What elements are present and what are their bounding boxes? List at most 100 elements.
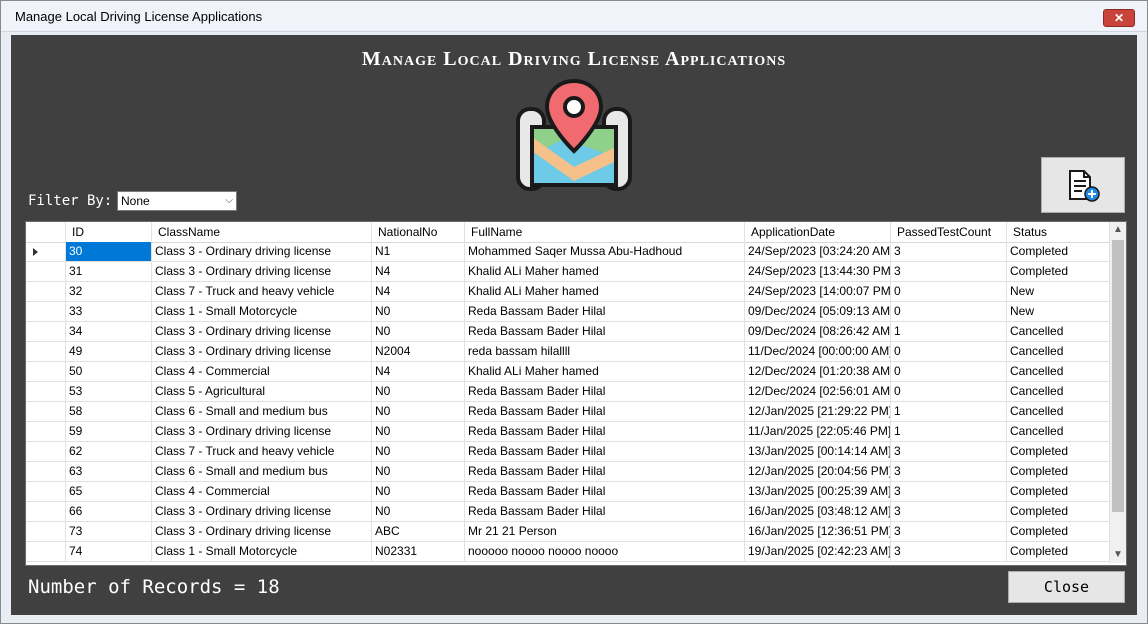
cell-name[interactable]: Reda Bassam Bader Hilal	[465, 442, 745, 461]
cell-class[interactable]: Class 3 - Ordinary driving license	[152, 342, 372, 361]
cell-date[interactable]: 12/Jan/2025 [20:04:56 PM]	[745, 462, 891, 481]
scroll-up-icon[interactable]: ▲	[1110, 222, 1126, 238]
cell-date[interactable]: 13/Jan/2025 [00:14:14 AM]	[745, 442, 891, 461]
cell-name[interactable]: Mohammed Saqer Mussa Abu-Hadhoud	[465, 242, 745, 261]
row-header[interactable]	[26, 422, 66, 441]
cell-passed[interactable]: 0	[891, 342, 1007, 361]
cell-national[interactable]: N0	[372, 462, 465, 481]
cell-passed[interactable]: 3	[891, 462, 1007, 481]
cell-name[interactable]: Reda Bassam Bader Hilal	[465, 322, 745, 341]
cell-class[interactable]: Class 4 - Commercial	[152, 482, 372, 501]
cell-passed[interactable]: 3	[891, 502, 1007, 521]
cell-passed[interactable]: 3	[891, 482, 1007, 501]
row-header[interactable]	[26, 402, 66, 421]
cell-id[interactable]: 59	[66, 422, 152, 441]
cell-class[interactable]: Class 3 - Ordinary driving license	[152, 242, 372, 261]
row-header[interactable]	[26, 542, 66, 561]
row-header[interactable]	[26, 342, 66, 361]
row-header[interactable]	[26, 322, 66, 341]
cell-class[interactable]: Class 1 - Small Motorcycle	[152, 542, 372, 561]
cell-passed[interactable]: 1	[891, 402, 1007, 421]
cell-passed[interactable]: 3	[891, 262, 1007, 281]
cell-name[interactable]: Reda Bassam Bader Hilal	[465, 502, 745, 521]
cell-id[interactable]: 74	[66, 542, 152, 561]
cell-class[interactable]: Class 1 - Small Motorcycle	[152, 302, 372, 321]
cell-status[interactable]: Completed	[1007, 502, 1110, 521]
cell-date[interactable]: 09/Dec/2024 [05:09:13 AM]	[745, 302, 891, 321]
cell-name[interactable]: nooooo noooo noooo noooo	[465, 542, 745, 561]
column-header-classname[interactable]: ClassName	[152, 222, 372, 242]
column-header-nationalno[interactable]: NationalNo	[372, 222, 465, 242]
table-row[interactable]: 30 Class 3 - Ordinary driving license N1 Mo…	[26, 242, 1110, 262]
cell-status[interactable]: Completed	[1007, 262, 1110, 281]
cell-national[interactable]: N02331	[372, 542, 465, 561]
cell-national[interactable]: N1	[372, 242, 465, 261]
row-header[interactable]	[26, 502, 66, 521]
cell-id[interactable]: 33	[66, 302, 152, 321]
cell-national[interactable]: N0	[372, 442, 465, 461]
row-header[interactable]	[26, 362, 66, 381]
row-header[interactable]	[26, 262, 66, 281]
table-row[interactable]: 63 Class 6 - Small and medium bus N0 Reda B…	[26, 462, 1110, 482]
cell-status[interactable]: Cancelled	[1007, 342, 1110, 361]
cell-class[interactable]: Class 3 - Ordinary driving license	[152, 422, 372, 441]
cell-passed[interactable]: 0	[891, 302, 1007, 321]
cell-status[interactable]: Completed	[1007, 542, 1110, 561]
table-row[interactable]: 32 Class 7 - Truck and heavy vehicle N4 Kha…	[26, 282, 1110, 302]
applications-grid[interactable]: ID ClassName NationalNo FullName Applica…	[25, 221, 1127, 566]
cell-id[interactable]: 65	[66, 482, 152, 501]
cell-class[interactable]: Class 7 - Truck and heavy vehicle	[152, 442, 372, 461]
column-header-passedtestcount[interactable]: PassedTestCount	[891, 222, 1007, 242]
cell-date[interactable]: 09/Dec/2024 [08:26:42 AM]	[745, 322, 891, 341]
cell-national[interactable]: ABC	[372, 522, 465, 541]
row-header[interactable]	[26, 462, 66, 481]
cell-national[interactable]: N4	[372, 282, 465, 301]
cell-passed[interactable]: 1	[891, 322, 1007, 341]
table-row[interactable]: 66 Class 3 - Ordinary driving license N0 Re…	[26, 502, 1110, 522]
table-row[interactable]: 34 Class 3 - Ordinary driving license N0 Re…	[26, 322, 1110, 342]
cell-name[interactable]: Khalid ALi Maher hamed	[465, 282, 745, 301]
cell-id[interactable]: 66	[66, 502, 152, 521]
vertical-scrollbar[interactable]: ▲ ▼	[1109, 222, 1126, 563]
cell-date[interactable]: 16/Jan/2025 [12:36:51 PM]	[745, 522, 891, 541]
table-row[interactable]: 65 Class 4 - Commercial N0 Reda Bassam Bade…	[26, 482, 1110, 502]
cell-date[interactable]: 19/Jan/2025 [02:42:23 AM]	[745, 542, 891, 561]
cell-name[interactable]: Khalid ALi Maher hamed	[465, 362, 745, 381]
column-header-fullname[interactable]: FullName	[465, 222, 745, 242]
table-row[interactable]: 33 Class 1 - Small Motorcycle N0 Reda Bassa…	[26, 302, 1110, 322]
cell-id[interactable]: 31	[66, 262, 152, 281]
cell-status[interactable]: Completed	[1007, 462, 1110, 481]
row-header[interactable]	[26, 442, 66, 461]
cell-status[interactable]: Cancelled	[1007, 362, 1110, 381]
cell-id[interactable]: 62	[66, 442, 152, 461]
cell-id[interactable]: 58	[66, 402, 152, 421]
row-header[interactable]	[26, 382, 66, 401]
table-row[interactable]: 58 Class 6 - Small and medium bus N0 Reda B…	[26, 402, 1110, 422]
scroll-down-icon[interactable]: ▼	[1110, 547, 1126, 563]
cell-national[interactable]: N2004	[372, 342, 465, 361]
row-header[interactable]	[26, 282, 66, 301]
cell-name[interactable]: Reda Bassam Bader Hilal	[465, 382, 745, 401]
cell-class[interactable]: Class 5 - Agricultural	[152, 382, 372, 401]
column-header-id[interactable]: ID	[66, 222, 152, 242]
cell-status[interactable]: Cancelled	[1007, 382, 1110, 401]
cell-passed[interactable]: 0	[891, 282, 1007, 301]
cell-status[interactable]: Completed	[1007, 442, 1110, 461]
cell-class[interactable]: Class 3 - Ordinary driving license	[152, 322, 372, 341]
cell-status[interactable]: New	[1007, 282, 1110, 301]
cell-passed[interactable]: 0	[891, 362, 1007, 381]
cell-id[interactable]: 34	[66, 322, 152, 341]
cell-national[interactable]: N0	[372, 402, 465, 421]
cell-national[interactable]: N0	[372, 502, 465, 521]
cell-passed[interactable]: 3	[891, 442, 1007, 461]
cell-name[interactable]: Mr 21 21 Person	[465, 522, 745, 541]
cell-date[interactable]: 24/Sep/2023 [14:00:07 PM]	[745, 282, 891, 301]
cell-date[interactable]: 24/Sep/2023 [13:44:30 PM]	[745, 262, 891, 281]
cell-class[interactable]: Class 3 - Ordinary driving license	[152, 522, 372, 541]
cell-date[interactable]: 16/Jan/2025 [03:48:12 AM]	[745, 502, 891, 521]
cell-name[interactable]: Reda Bassam Bader Hilal	[465, 422, 745, 441]
cell-passed[interactable]: 1	[891, 422, 1007, 441]
cell-class[interactable]: Class 4 - Commercial	[152, 362, 372, 381]
cell-status[interactable]: Cancelled	[1007, 322, 1110, 341]
cell-status[interactable]: Completed	[1007, 242, 1110, 261]
